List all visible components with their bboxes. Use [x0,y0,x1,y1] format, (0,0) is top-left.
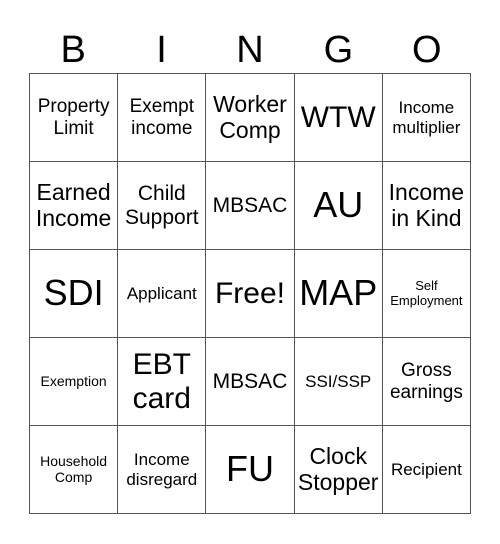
cell-text: Income in Kind [388,178,465,231]
header-letter-n: N [236,29,264,71]
bingo-cell[interactable]: SSI/SSP [294,338,383,426]
bingo-cell[interactable]: Clock Stopper [294,426,383,514]
bingo-cell[interactable]: Exempt income [118,74,207,162]
cell-text: Worker Comp [213,90,287,143]
bingo-cell[interactable]: Child Support [118,162,207,250]
bingo-cell[interactable]: Income multiplier [382,74,471,162]
bingo-cell[interactable]: FU [206,426,295,514]
header-letter-i: I [156,29,167,71]
cell-text: AU [313,184,364,226]
bingo-cell[interactable]: Household Comp [30,426,119,514]
bingo-cell[interactable]: MBSAC [206,338,295,426]
cell-text: Exempt income [129,96,194,139]
header-letter-o: O [411,29,442,71]
header-letter-b: B [60,29,86,71]
cell-text: Child Support [125,181,199,229]
bingo-cell[interactable]: EBT card [118,338,207,426]
cell-text: Self Employment [390,277,463,308]
bingo-header: B I N G O [29,28,471,73]
bingo-cell[interactable]: Self Employment [382,250,471,338]
cell-text: Earned Income [35,178,112,231]
bingo-cell[interactable]: Income in Kind [382,162,471,250]
cell-text: Recipient [390,459,462,479]
bingo-cell[interactable]: Income disregard [118,426,207,514]
bingo-cell[interactable]: WTW [294,74,383,162]
cell-text: Exemption [40,372,107,389]
bingo-cell[interactable]: Property Limit [30,74,119,162]
cell-text: Free! [214,276,285,310]
cell-text: MAP [299,272,378,314]
cell-text: FU [225,448,274,490]
cell-text: Household Comp [40,452,108,485]
cell-text: Property Limit [37,96,110,139]
bingo-cell[interactable]: SDI [30,250,119,338]
cell-text: Applicant [126,283,197,303]
cell-text: WTW [300,100,376,134]
cell-text: EBT card [132,347,191,415]
bingo-cell[interactable]: Earned Income [30,162,119,250]
bingo-cell[interactable]: Recipient [382,426,471,514]
cell-text: MBSAC [212,369,288,393]
cell-text: Gross earnings [389,360,463,403]
cell-text: SDI [43,272,104,314]
cell-text: MBSAC [212,193,288,217]
bingo-cell[interactable]: Gross earnings [382,338,471,426]
bingo-cell[interactable]: MBSAC [206,162,295,250]
header-letter-g: G [323,29,354,71]
cell-text: Clock Stopper [297,442,379,495]
bingo-cell[interactable]: Exemption [30,338,119,426]
bingo-cell[interactable]: MAP [294,250,383,338]
cell-text: SSI/SSP [305,371,372,391]
bingo-cell[interactable]: Worker Comp [206,74,295,162]
cell-text: Income disregard [126,450,198,489]
bingo-cell[interactable]: AU [294,162,383,250]
cell-text: Income multiplier [392,98,461,137]
bingo-cell[interactable]: Applicant [118,250,207,338]
bingo-card-grid: Property Limit Exempt income Worker Comp… [29,73,471,514]
free-space-cell[interactable]: Free! [206,250,295,338]
